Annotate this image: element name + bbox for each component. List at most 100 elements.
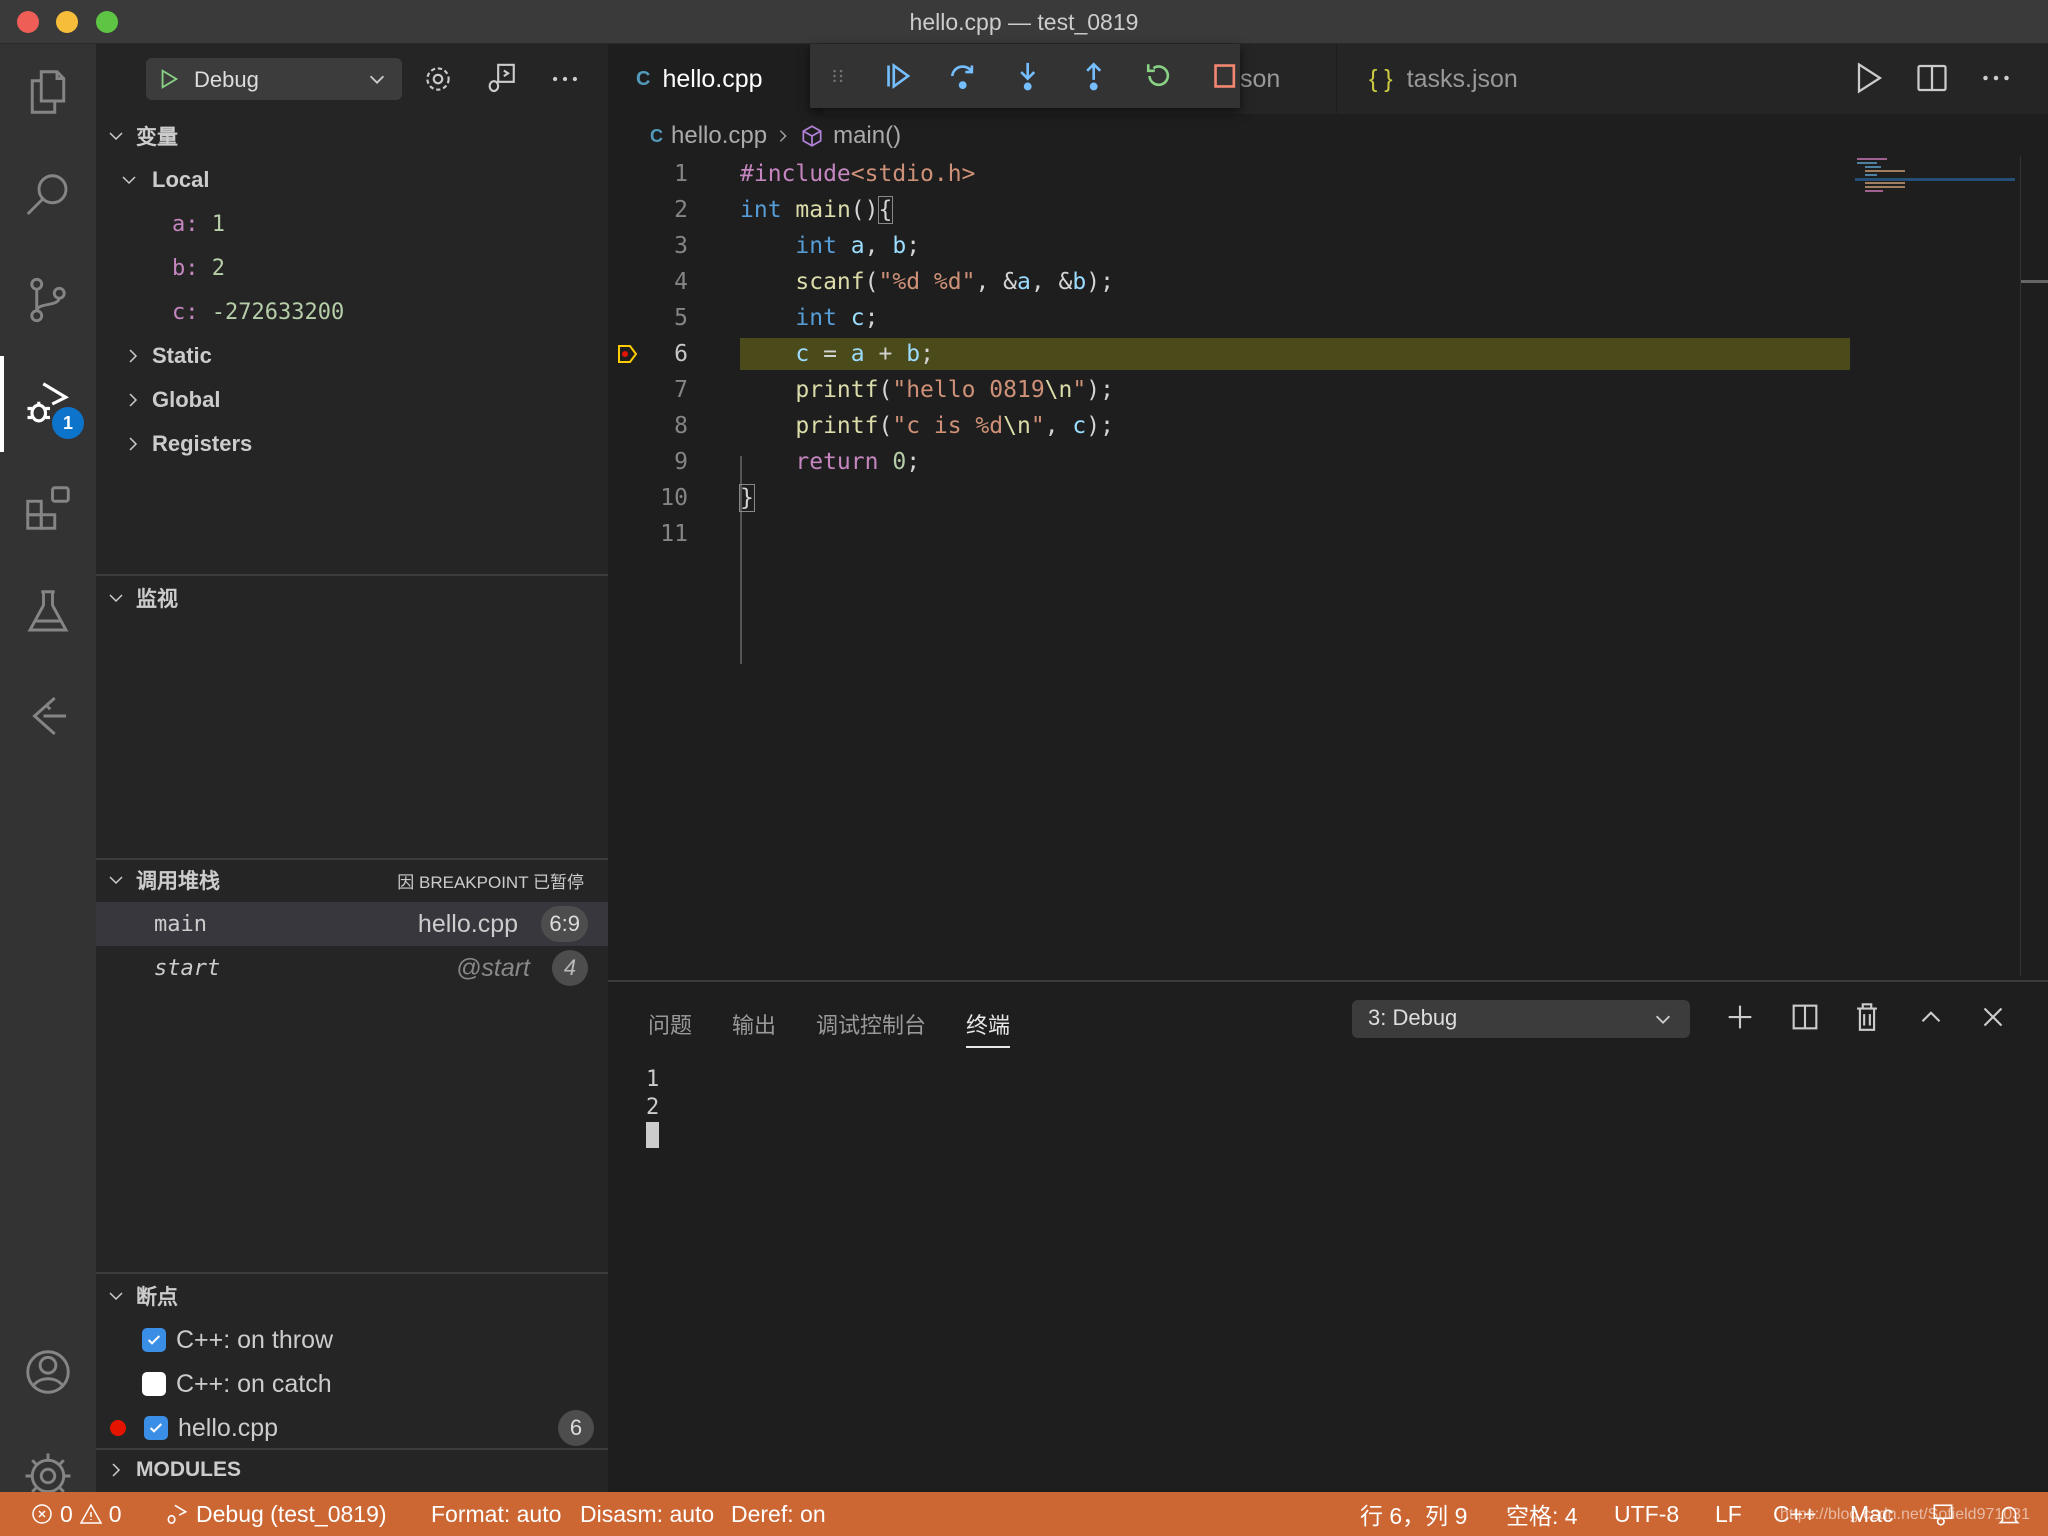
scope-static[interactable]: Static [124, 334, 212, 378]
breakpoint-item[interactable]: C++: on catch [142, 1362, 332, 1406]
step-out-icon[interactable] [1078, 60, 1109, 92]
stop-icon[interactable] [1209, 60, 1240, 92]
debug-config-select[interactable]: Debug [146, 58, 402, 100]
scope-local[interactable]: Local [120, 158, 209, 202]
debug-status[interactable]: Debug (test_0819) [164, 1492, 387, 1536]
gear-icon[interactable] [421, 62, 455, 96]
variable-row[interactable]: a: 1 [172, 202, 225, 246]
tab-terminal[interactable]: 终端 [966, 1008, 1011, 1048]
debug-config-status: Debug (test_0819) [196, 1500, 387, 1527]
bottom-panel: 问题 输出 调试控制台 终端 3: Debug 1 2 [608, 980, 2048, 1492]
indent-status[interactable]: 空格: 4 [1506, 1492, 1578, 1536]
status-bar: 0 0 Debug (test_0819) Format: auto Disas… [0, 1492, 2048, 1536]
activity-remote[interactable] [0, 668, 96, 764]
split-editor-icon[interactable] [1914, 60, 1950, 96]
terminal-output[interactable]: 1 2 [646, 1066, 659, 1156]
variables-title: 变量 [136, 126, 178, 149]
json-file-icon: { } [1369, 64, 1393, 93]
tab-debug-console[interactable]: 调试控制台 [816, 1008, 926, 1040]
variable-name: c: [172, 299, 199, 325]
chevron-right-icon [779, 130, 787, 142]
split-terminal-icon[interactable] [1788, 1000, 1822, 1034]
scope-registers[interactable]: Registers [124, 422, 252, 466]
format-status[interactable]: Format: auto [431, 1492, 561, 1536]
modules-section-header[interactable]: MODULES [96, 1450, 608, 1490]
modules-title: MODULES [136, 1458, 241, 1481]
checkbox-checked[interactable] [144, 1416, 168, 1440]
tab-launch-json[interactable]: son [1240, 44, 1310, 114]
debug-console-icon[interactable] [484, 62, 518, 96]
remote-icon [32, 696, 66, 736]
step-into-icon[interactable] [1012, 60, 1043, 92]
variable-row[interactable]: b: 2 [172, 246, 225, 290]
drag-handle-icon[interactable] [828, 60, 848, 92]
variable-row[interactable]: c: -272633200 [172, 290, 344, 334]
tab-hello-cpp[interactable]: C hello.cpp [608, 44, 823, 114]
tab-tasks-json[interactable]: { } tasks.json [1336, 44, 1576, 114]
problems-status[interactable]: 0 0 [30, 1492, 122, 1536]
minimap[interactable] [1855, 156, 2015, 206]
eol-status[interactable]: LF [1715, 1492, 1742, 1536]
encoding-status[interactable]: UTF-8 [1614, 1492, 1679, 1536]
chevron-down-icon [109, 876, 123, 885]
code-line: 4 scanf("%d %d", &a, &b); [608, 264, 1848, 300]
run-icon[interactable] [1850, 60, 1886, 96]
activity-accounts[interactable] [0, 1324, 96, 1420]
breadcrumb-file[interactable]: hello.cpp [671, 122, 767, 150]
breakpoint-item[interactable]: C++: on throw [142, 1318, 333, 1362]
line-number: 11 [660, 521, 688, 547]
more-actions-icon[interactable] [1978, 60, 2014, 96]
window-title: hello.cpp — test_0819 [909, 9, 1139, 35]
activity-testing[interactable] [0, 564, 96, 660]
account-icon [26, 1350, 70, 1394]
source-control-icon [30, 277, 66, 323]
step-over-icon[interactable] [947, 60, 978, 92]
continue-icon[interactable] [882, 60, 913, 92]
line-number: 6 [674, 341, 688, 367]
tab-problems[interactable]: 问题 [648, 1008, 692, 1040]
trash-icon[interactable] [1850, 1000, 1884, 1034]
call-stack-section-header[interactable]: 调用堆栈 因 BREAKPOINT 已暂停 [96, 860, 608, 900]
variable-name: a: [172, 211, 199, 237]
cursor-position[interactable]: 行 6，列 9 [1360, 1492, 1467, 1536]
editor-scrollbar[interactable] [2020, 156, 2048, 976]
terminal-select[interactable]: 3: Debug [1352, 1000, 1690, 1038]
line-number: 1 [674, 161, 688, 187]
code-line: 5 int c; [608, 300, 1848, 336]
breadcrumb-symbol[interactable]: main() [833, 122, 901, 150]
tab-output[interactable]: 输出 [732, 1008, 776, 1040]
activity-run-debug[interactable]: 1 [0, 356, 96, 452]
frame-source: @start [456, 953, 530, 982]
variables-section-header[interactable]: 变量 [96, 116, 608, 156]
disasm-status[interactable]: Disasm: auto [580, 1492, 714, 1536]
breakpoint-item[interactable]: hello.cpp 6 [110, 1406, 600, 1450]
line-number: 9 [674, 449, 688, 475]
cpp-file-icon: C [650, 125, 663, 146]
maximize-panel-icon[interactable] [1914, 1000, 1948, 1034]
stack-frame[interactable]: start @start 4 [96, 946, 608, 990]
warning-icon [79, 1503, 103, 1524]
activity-extensions[interactable] [0, 460, 96, 556]
debug-config-label: Debug [194, 67, 259, 92]
start-debug-icon[interactable] [158, 68, 180, 90]
deref-status[interactable]: Deref: on [731, 1492, 826, 1536]
chevron-down-icon [122, 176, 136, 185]
activity-search[interactable] [0, 148, 96, 244]
scope-global[interactable]: Global [124, 378, 220, 422]
terminal-select-value: 3: Debug [1368, 1005, 1458, 1030]
stack-frame[interactable]: main hello.cpp 6:9 [96, 902, 608, 946]
checkbox-checked[interactable] [142, 1328, 166, 1352]
watch-section-header[interactable]: 监视 [96, 578, 608, 618]
activity-source-control[interactable] [0, 252, 96, 348]
terminal-cursor [646, 1122, 659, 1148]
breakpoints-section-header[interactable]: 断点 [96, 1276, 608, 1316]
more-actions-icon[interactable] [548, 62, 582, 96]
restart-icon[interactable] [1143, 60, 1174, 92]
checkbox-unchecked[interactable] [142, 1372, 166, 1396]
line-number: 2 [674, 197, 688, 223]
new-terminal-icon[interactable] [1723, 1000, 1757, 1034]
activity-explorer[interactable] [0, 44, 96, 140]
line-number: 7 [674, 377, 688, 403]
line-number: 5 [674, 305, 688, 331]
close-panel-icon[interactable] [1976, 1000, 2010, 1034]
